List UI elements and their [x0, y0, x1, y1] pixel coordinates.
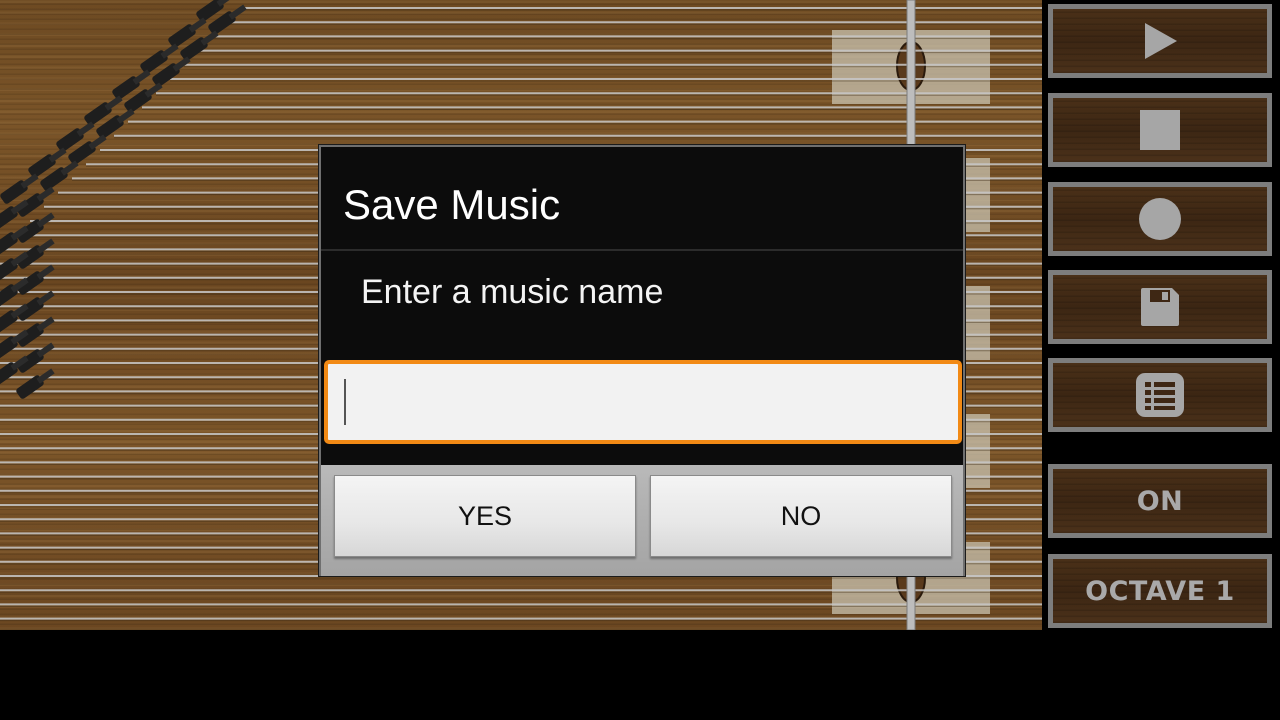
no-button[interactable]: NO	[650, 475, 952, 557]
yes-button[interactable]: YES	[334, 475, 636, 557]
music-name-input[interactable]	[324, 360, 962, 444]
dialog-button-bar: YES NO	[321, 465, 963, 576]
save-music-dialog: Save Music Enter a music name YES NO	[319, 145, 965, 576]
record-icon	[1139, 198, 1181, 240]
dialog-title: Save Music	[343, 181, 561, 228]
stop-icon	[1140, 110, 1180, 150]
sound-toggle-button[interactable]: ON	[1048, 464, 1272, 538]
text-cursor	[344, 379, 346, 425]
record-button[interactable]	[1048, 182, 1272, 256]
octave-label: OCTAVE 1	[1085, 575, 1235, 607]
dialog-message: Enter a music name	[361, 273, 664, 311]
save-button[interactable]	[1048, 270, 1272, 344]
playlist-button[interactable]	[1048, 358, 1272, 432]
stop-button[interactable]	[1048, 93, 1272, 167]
play-icon	[1145, 23, 1177, 59]
toggle-label: ON	[1136, 485, 1184, 517]
play-button[interactable]	[1048, 4, 1272, 78]
octave-button[interactable]: OCTAVE 1	[1048, 554, 1272, 628]
save-icon	[1141, 288, 1179, 326]
list-icon	[1136, 373, 1184, 417]
dialog-divider	[321, 249, 963, 251]
